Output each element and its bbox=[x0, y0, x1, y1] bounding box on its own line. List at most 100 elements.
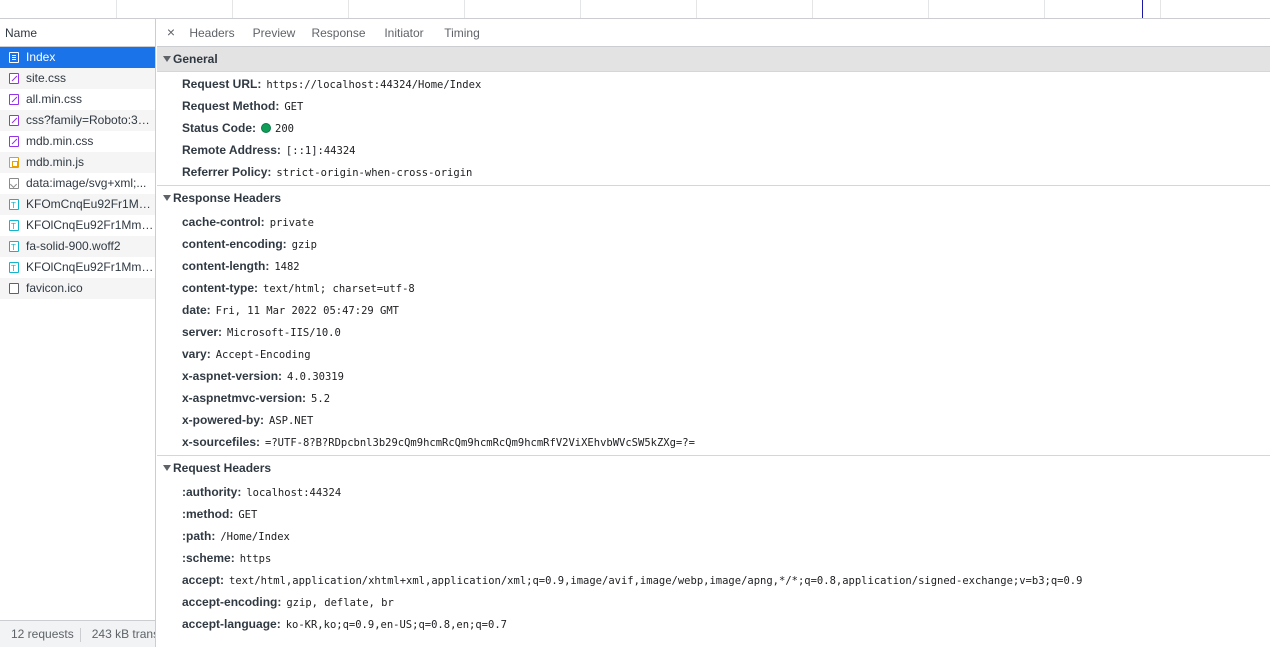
section-title: Request Headers bbox=[173, 461, 272, 475]
status-ok-dot-icon bbox=[261, 123, 272, 133]
header-row: vary: Accept-Encoding bbox=[157, 343, 1270, 365]
header-name: content-encoding: bbox=[182, 237, 287, 251]
header-value: =?UTF-8?B?RDpcbnl3b29cQm9hcmRcQm9hcmRcQm… bbox=[265, 437, 695, 449]
request-name: site.css bbox=[26, 71, 67, 85]
request-row[interactable]: site.css bbox=[0, 68, 155, 89]
header-name: :authority: bbox=[182, 485, 242, 499]
header-value: private bbox=[269, 217, 314, 229]
header-value: https bbox=[239, 553, 272, 565]
header-value: 4.0.30319 bbox=[287, 371, 344, 383]
timeline-load-marker bbox=[1142, 0, 1143, 18]
request-row[interactable]: favicon.ico bbox=[0, 278, 155, 299]
request-row[interactable]: mdb.min.js bbox=[0, 152, 155, 173]
request-name: data:image/svg+xml;... bbox=[26, 176, 147, 190]
header-value: GET bbox=[238, 509, 258, 521]
stylesheet-icon bbox=[9, 73, 19, 84]
request-row[interactable]: KFOlCnqEu92Fr1MmSU5fBBc4.woff2 bbox=[0, 257, 155, 278]
header-name: :path: bbox=[182, 529, 216, 543]
header-row: Request URL: https://localhost:44324/Home… bbox=[157, 73, 1270, 95]
response-headers-section-header[interactable]: Response Headers bbox=[157, 186, 1270, 211]
request-row[interactable]: data:image/svg+xml;... bbox=[0, 173, 155, 194]
request-name: KFOlCnqEu92Fr1MmSU5fBBc4.woff2 bbox=[26, 260, 155, 274]
request-row[interactable]: KFOlCnqEu92Fr1MmEU9fBBc4.woff2 bbox=[0, 215, 155, 236]
transferred-size: 243 kB transferred bbox=[91, 627, 155, 641]
general-section-header[interactable]: General bbox=[157, 47, 1270, 72]
tab-response[interactable]: Response bbox=[307, 19, 370, 47]
header-name: vary: bbox=[182, 347, 211, 361]
header-value: /Home/Index bbox=[220, 531, 290, 543]
header-name: cache-control: bbox=[182, 215, 265, 229]
header-name: content-type: bbox=[182, 281, 258, 295]
request-name: mdb.min.js bbox=[26, 155, 85, 169]
expand-triangle-icon bbox=[163, 195, 171, 201]
header-value: ASP.NET bbox=[269, 415, 314, 427]
request-name: fa-solid-900.woff2 bbox=[26, 239, 121, 253]
request-name: favicon.ico bbox=[26, 281, 83, 295]
header-row: content-length: 1482 bbox=[157, 255, 1270, 277]
request-name: KFOlCnqEu92Fr1MmEU9fBBc4.woff2 bbox=[26, 218, 155, 232]
tab-initiator[interactable]: Initiator bbox=[377, 19, 431, 47]
request-list: Index site.css all.min.css css?family=Robot… bbox=[0, 47, 155, 299]
header-value: 1482 bbox=[274, 261, 300, 273]
header-name: accept-encoding: bbox=[182, 595, 282, 609]
request-row[interactable]: all.min.css bbox=[0, 89, 155, 110]
header-name: :method: bbox=[182, 507, 234, 521]
header-value: Accept-Encoding bbox=[215, 349, 311, 361]
header-value: [::1]:44324 bbox=[285, 145, 356, 157]
header-name: date: bbox=[182, 303, 211, 317]
timeline-gridline bbox=[232, 0, 233, 18]
header-name: accept-language: bbox=[182, 617, 281, 631]
header-value: GET bbox=[284, 101, 304, 113]
request-name: all.min.css bbox=[26, 92, 83, 106]
close-icon[interactable]: × bbox=[164, 25, 178, 39]
font-icon bbox=[9, 237, 19, 257]
request-row[interactable]: css?family=Roboto:300,400,500,700&displa… bbox=[0, 110, 155, 131]
header-name: x-aspnet-version: bbox=[182, 369, 283, 383]
request-details-panel: × Headers Preview Response Initiator Tim… bbox=[157, 19, 1270, 647]
header-row: accept: text/html,application/xhtml+xml,a… bbox=[157, 569, 1270, 591]
request-row[interactable]: KFOmCnqEu92Fr1Mu4mxK.woff2 bbox=[0, 194, 155, 215]
header-value: Fri, 11 Mar 2022 05:47:29 GMT bbox=[215, 305, 399, 317]
request-name: css?family=Roboto:300,400,500,700&displa… bbox=[26, 113, 155, 127]
header-name: server: bbox=[182, 325, 223, 339]
request-headers-section-header[interactable]: Request Headers bbox=[157, 456, 1270, 481]
header-value: Microsoft-IIS/10.0 bbox=[227, 327, 341, 339]
document-icon bbox=[9, 52, 19, 63]
request-row[interactable]: fa-solid-900.woff2 bbox=[0, 236, 155, 257]
stylesheet-icon bbox=[9, 115, 19, 126]
timeline-gridline bbox=[1044, 0, 1045, 18]
name-column-header[interactable]: Name bbox=[0, 19, 155, 47]
header-row: :scheme: https bbox=[157, 547, 1270, 569]
tab-timing[interactable]: Timing bbox=[438, 19, 486, 47]
tab-headers[interactable]: Headers bbox=[184, 19, 240, 47]
font-icon bbox=[9, 216, 19, 236]
request-list-panel: Name Index site.css all.min.css css?family=… bbox=[0, 19, 156, 647]
expand-triangle-icon bbox=[163, 56, 171, 62]
header-value: ko-KR,ko;q=0.9,en-US;q=0.8,en;q=0.7 bbox=[285, 619, 507, 631]
header-name: x-sourcefiles: bbox=[182, 435, 261, 449]
network-status-bar: 12 requests 243 kB transferred bbox=[0, 620, 155, 647]
header-value: 5.2 bbox=[311, 393, 331, 405]
header-name: content-length: bbox=[182, 259, 270, 273]
header-row: Referrer Policy: strict-origin-when-cross… bbox=[157, 161, 1270, 183]
header-row: Request Method: GET bbox=[157, 95, 1270, 117]
header-row: accept-encoding: gzip, deflate, br bbox=[157, 591, 1270, 613]
timeline-gridline bbox=[116, 0, 117, 18]
request-row[interactable]: Index bbox=[0, 47, 155, 68]
section-title: General bbox=[173, 52, 218, 66]
tab-preview[interactable]: Preview bbox=[247, 19, 301, 47]
request-row[interactable]: mdb.min.css bbox=[0, 131, 155, 152]
header-name: accept: bbox=[182, 573, 225, 587]
header-value: gzip, deflate, br bbox=[286, 597, 394, 609]
network-timeline-overview[interactable] bbox=[0, 0, 1270, 19]
timeline-gridline bbox=[812, 0, 813, 18]
request-count: 12 requests bbox=[11, 627, 74, 641]
image-icon bbox=[9, 178, 19, 189]
header-name: Remote Address: bbox=[182, 143, 281, 157]
header-value: strict-origin-when-cross-origin bbox=[276, 167, 473, 179]
timeline-gridline bbox=[580, 0, 581, 18]
header-value: https://localhost:44324/Home/Index bbox=[266, 79, 482, 91]
header-row: x-sourcefiles: =?UTF-8?B?RDpcbnl3b29cQm9h… bbox=[157, 431, 1270, 453]
timeline-gridline bbox=[348, 0, 349, 18]
request-headers-section: :authority: localhost:44324:method: GET:pa… bbox=[157, 481, 1270, 637]
